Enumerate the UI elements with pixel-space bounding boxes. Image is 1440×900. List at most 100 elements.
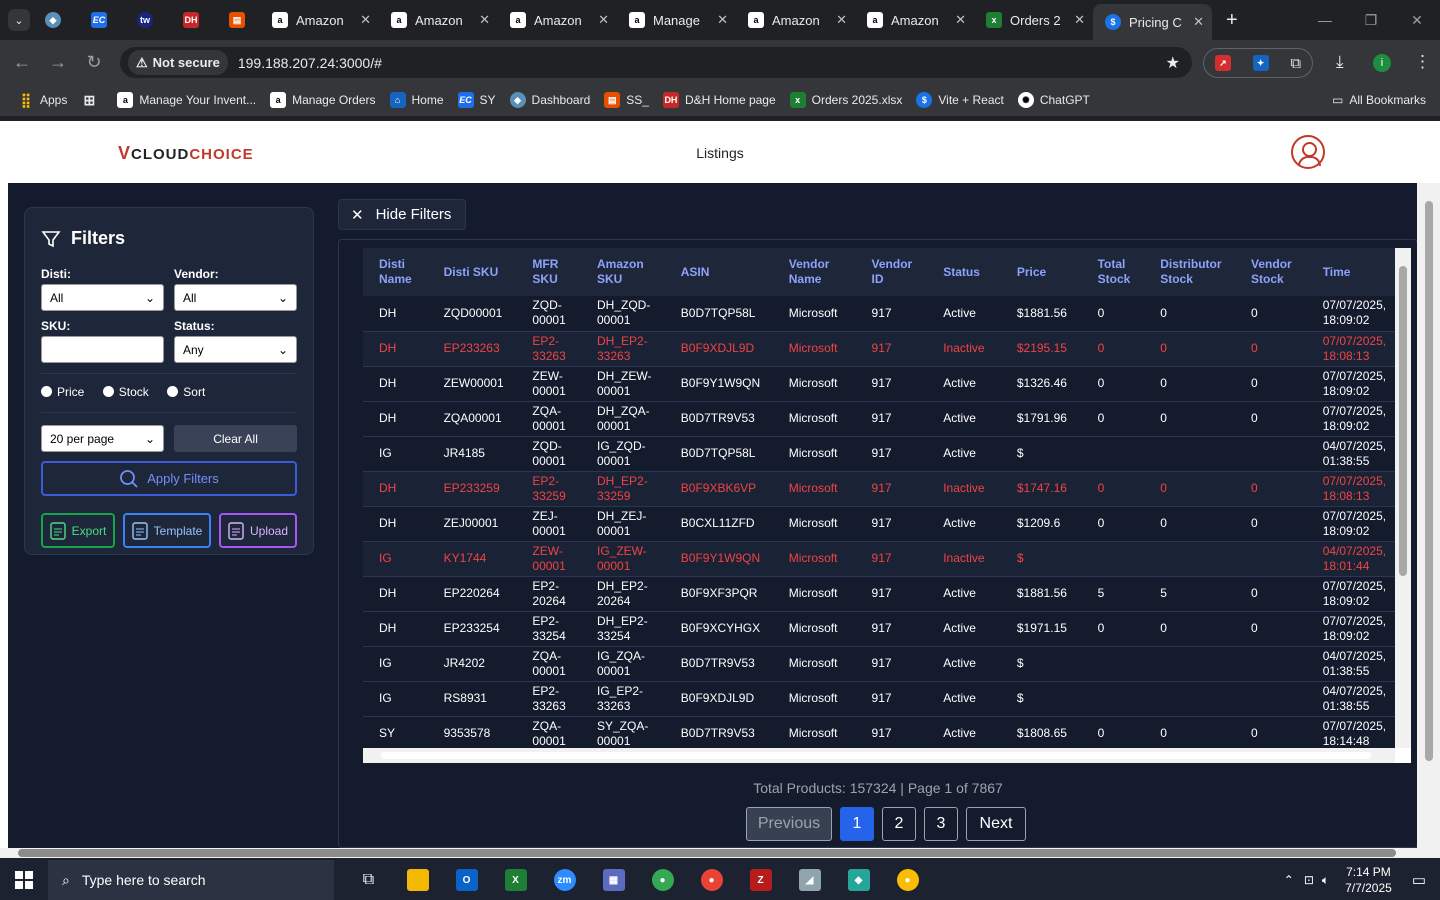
column-header[interactable]: Vendor Name — [772, 248, 856, 296]
browser-tab[interactable]: a Manage ✕ — [617, 0, 736, 40]
browser-tab[interactable]: a Amazon ✕ — [855, 0, 974, 40]
taskbar-file-explorer[interactable] — [393, 860, 442, 900]
bookmark-manage-inventory[interactable]: a Manage Your Invent... — [117, 92, 256, 108]
security-chip[interactable]: ⚠ Not secure — [128, 50, 228, 75]
notification-icon[interactable]: ▭ — [1412, 871, 1426, 889]
radio-sort[interactable]: Sort — [167, 385, 205, 399]
template-button[interactable]: Template — [123, 513, 211, 548]
vendor-select[interactable]: All ⌄ — [174, 284, 297, 311]
task-view-button[interactable]: ⧉ — [344, 860, 393, 900]
start-button[interactable] — [0, 860, 48, 900]
upload-button[interactable]: Upload — [219, 513, 297, 548]
column-header[interactable]: ASIN — [664, 248, 773, 296]
page-button-2[interactable]: 2 — [882, 807, 916, 841]
taskbar-outlook[interactable]: O — [442, 860, 491, 900]
bookmark-dashboard[interactable]: ◆ Dashboard — [509, 92, 590, 108]
table-row[interactable]: IG RS8931 EP2-33263 IG_EP2-33263 B0F9XDJL9D M… — [363, 681, 1395, 717]
close-window-button[interactable]: ✕ — [1394, 0, 1440, 40]
table-row[interactable]: DH ZEW00001 ZEW-00001 DH_ZEW-00001 B0F9Y1W9Q… — [363, 366, 1395, 402]
close-tab-icon[interactable]: ✕ — [955, 12, 966, 28]
scroll-thumb[interactable] — [381, 752, 1371, 759]
table-vertical-scrollbar[interactable] — [1395, 248, 1411, 748]
reload-button[interactable]: ↻ — [76, 52, 112, 73]
browser-tab[interactable]: x Orders 2 ✕ — [974, 0, 1093, 40]
profile-avatar-icon[interactable]: i — [1373, 54, 1391, 72]
page-vertical-scrollbar[interactable] — [1417, 183, 1440, 848]
column-header[interactable]: Price — [1000, 248, 1082, 296]
radio-stock[interactable]: Stock — [102, 385, 149, 399]
column-header[interactable]: Disti Name — [363, 248, 428, 296]
close-tab-icon[interactable]: ✕ — [598, 12, 609, 28]
forward-button[interactable]: → — [40, 52, 76, 73]
scroll-thumb[interactable] — [18, 849, 1396, 857]
close-tab-icon[interactable]: ✕ — [717, 12, 728, 28]
pinned-tab[interactable]: EC — [76, 0, 122, 40]
column-header[interactable]: Vendor Stock — [1235, 248, 1307, 296]
column-header[interactable]: Vendor ID — [855, 248, 928, 296]
column-header[interactable]: Total Stock — [1081, 248, 1145, 296]
taskbar-zoom[interactable]: zm — [540, 860, 589, 900]
bookmark-vite-react[interactable]: $ Vite + React — [916, 92, 1004, 108]
new-tab-button[interactable]: + — [1226, 9, 1238, 32]
column-header[interactable]: Disti SKU — [427, 248, 517, 296]
puzzle-icon[interactable]: ⧉ — [1290, 55, 1301, 72]
pinned-tab[interactable]: ▤ — [214, 0, 260, 40]
per-page-select[interactable]: 20 per page ⌄ — [41, 425, 165, 452]
extension-blue-icon[interactable]: ✦ — [1252, 55, 1269, 71]
column-header[interactable]: Status — [927, 248, 1001, 296]
table-row[interactable]: IG JR4202 ZQA-00001 IG_ZQA-00001 B0D7TR9V53 M… — [363, 646, 1395, 682]
column-header[interactable]: Amazon SKU — [581, 248, 665, 296]
pinned-tab[interactable]: tw — [122, 0, 168, 40]
next-page-button[interactable]: Next — [966, 807, 1026, 841]
disti-select[interactable]: All ⌄ — [41, 284, 164, 311]
taskbar-excel[interactable]: X — [491, 860, 540, 900]
bookmark-sy[interactable]: EC SY — [457, 92, 496, 108]
table-row[interactable]: DH ZEJ00001 ZEJ-00001 DH_ZEJ-00001 B0CXL11ZF… — [363, 506, 1395, 542]
browser-tab[interactable]: a Amazon ✕ — [736, 0, 855, 40]
back-button[interactable]: ← — [4, 52, 40, 73]
sku-input[interactable] — [41, 336, 164, 363]
page-button-3[interactable]: 3 — [924, 807, 958, 841]
pinned-tab[interactable]: DH — [168, 0, 214, 40]
bookmark-apps[interactable]: ⣿ Apps — [18, 92, 68, 108]
address-bar[interactable]: ⚠ Not secure 199.188.207.24:3000/# ★ — [120, 47, 1192, 78]
bookmark-dh-home[interactable]: DH D&H Home page — [662, 92, 776, 108]
table-row[interactable]: DH EP233259 EP2-33259 DH_EP2-33259 B0F9XBK6V… — [363, 471, 1395, 507]
taskbar-chrome-active[interactable]: ● — [883, 860, 932, 900]
volume-icon[interactable]: 🔈︎ — [1322, 873, 1329, 888]
close-tab-icon[interactable]: ✕ — [836, 12, 847, 28]
bookmark-orders-xlsx[interactable]: x Orders 2025.xlsx — [789, 92, 902, 108]
bookmark-ss[interactable]: ▤ SS_ — [604, 92, 649, 108]
table-horizontal-scrollbar[interactable] — [363, 748, 1395, 763]
browser-menu-icon[interactable]: ⋮ — [1414, 52, 1431, 72]
taskbar-filezilla[interactable]: Z — [736, 860, 785, 900]
bookmark-grid[interactable]: ⊞ — [81, 92, 103, 108]
table-row[interactable]: SY 9353578 ZQA-00001 SY_ZQA-00001 B0D7TR9V53… — [363, 716, 1395, 752]
column-header[interactable]: Distributor Stock — [1144, 248, 1236, 296]
network-icon[interactable]: ⊡ — [1304, 873, 1314, 887]
chevron-up-icon[interactable]: ⌃ — [1284, 873, 1294, 887]
extension-red-icon[interactable]: ↗ — [1214, 55, 1231, 71]
browser-tab[interactable]: a Amazon ✕ — [379, 0, 498, 40]
download-icon[interactable]: ⤓ — [1336, 52, 1344, 72]
table-row[interactable]: IG KY1744 ZEW-00001 IG_ZEW-00001 B0F9Y1W9QN M… — [363, 541, 1395, 577]
close-tab-icon[interactable]: ✕ — [1074, 12, 1085, 28]
table-scroll-area[interactable]: Disti Name Disti SKU MFR SKU Amazon SKU ASIN… — [363, 248, 1411, 763]
status-select[interactable]: Any ⌄ — [174, 336, 297, 363]
close-tab-icon[interactable]: ✕ — [360, 12, 371, 28]
taskbar-search[interactable]: ⌕ Type here to search — [48, 860, 334, 900]
column-header[interactable]: Time — [1306, 248, 1395, 296]
page-button-1[interactable]: 1 — [840, 807, 874, 841]
browser-tab[interactable]: a Amazon ✕ — [498, 0, 617, 40]
export-button[interactable]: Export — [41, 513, 115, 548]
browser-tab[interactable]: a Amazon ✕ — [260, 0, 379, 40]
browser-tab[interactable]: $ Pricing C ✕ — [1093, 4, 1212, 40]
clear-all-button[interactable]: Clear All — [174, 425, 297, 452]
taskbar-calculator[interactable]: ▦ — [589, 860, 638, 900]
close-tab-icon[interactable]: ✕ — [479, 12, 490, 28]
table-row[interactable]: IG JR4185 ZQD-00001 IG_ZQD-00001 B0D7TQP58L M… — [363, 436, 1395, 472]
maximize-button[interactable]: ❐ — [1348, 0, 1394, 40]
taskbar-app[interactable]: ◆ — [834, 860, 883, 900]
bookmark-manage-orders[interactable]: a Manage Orders — [270, 92, 376, 108]
table-row[interactable]: DH EP233254 EP2-33254 DH_EP2-33254 B0F9XCYHG… — [363, 611, 1395, 647]
